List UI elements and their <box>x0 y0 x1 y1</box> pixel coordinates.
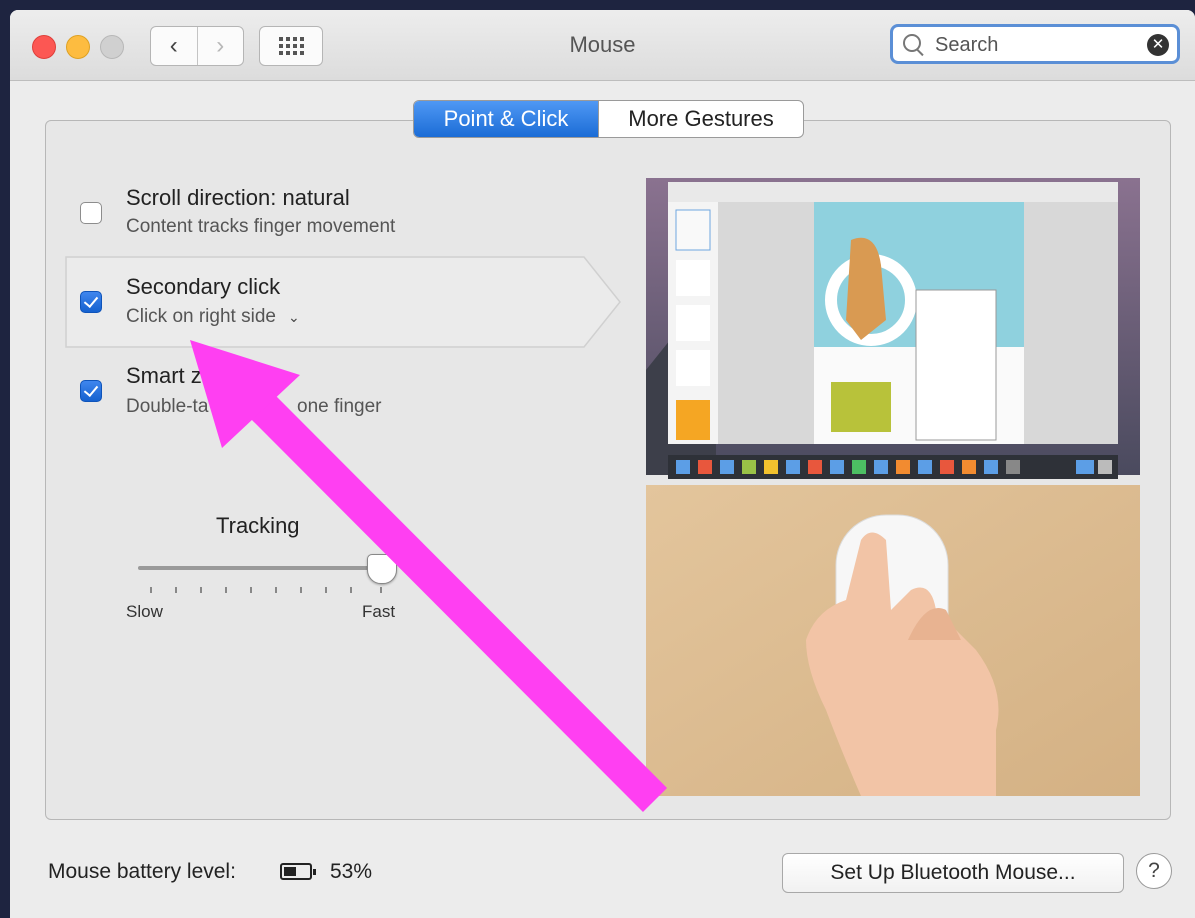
battery-level-label: Mouse battery level: <box>48 860 236 883</box>
tracking-label: Tracking <box>216 513 300 538</box>
slider-tick <box>225 587 227 593</box>
segmented-tabs: Point & Click More Gestures <box>413 100 804 138</box>
slider-tick <box>325 587 327 593</box>
forward-button[interactable]: › <box>196 27 244 65</box>
smart-zoom-title: Smart z <box>126 363 202 388</box>
chevron-right-icon: › <box>216 32 225 59</box>
close-window-button[interactable] <box>32 35 56 59</box>
setup-bluetooth-mouse-button[interactable]: Set Up Bluetooth Mouse... <box>782 853 1124 893</box>
scroll-direction-subtitle: Content tracks finger movement <box>126 216 396 237</box>
search-icon <box>903 34 921 52</box>
battery-icon <box>280 863 316 880</box>
chevron-down-icon: ⌄ <box>287 309 300 325</box>
smart-zoom-checkbox[interactable] <box>80 380 102 402</box>
chevron-left-icon: ‹ <box>169 32 178 59</box>
search-input[interactable] <box>933 31 1137 59</box>
tab-more-gestures[interactable]: More Gestures <box>598 101 803 137</box>
secondary-click-subtitle: Click on right side <box>126 306 276 327</box>
slider-tick <box>275 587 277 593</box>
zoom-window-button[interactable] <box>100 35 124 59</box>
minimize-window-button[interactable] <box>66 35 90 59</box>
tab-point-and-click[interactable]: Point & Click <box>414 101 598 137</box>
secondary-click-title: Secondary click <box>126 274 281 299</box>
slider-tick <box>380 587 382 593</box>
slider-tick <box>300 587 302 593</box>
slider-tick <box>200 587 202 593</box>
slider-tick <box>350 587 352 593</box>
secondary-click-popup[interactable]: Click on right side ⌄ <box>126 306 300 328</box>
selected-row-highlight <box>65 256 621 348</box>
grid-icon <box>278 37 304 55</box>
back-button[interactable]: ‹ <box>151 27 197 65</box>
scroll-direction-checkbox[interactable] <box>80 202 102 224</box>
help-button[interactable]: ? <box>1136 853 1172 889</box>
show-all-button[interactable] <box>259 26 323 66</box>
slider-tick <box>175 587 177 593</box>
tracking-slider-track[interactable] <box>138 566 388 570</box>
battery-percent: 53% <box>330 860 373 883</box>
title-bar: ‹ › Mouse ✕ <box>10 10 1195 81</box>
smart-zoom-subtitle: Double-ta <box>126 396 209 417</box>
tracking-slow-label: Slow <box>126 602 163 621</box>
slider-tick <box>250 587 252 593</box>
search-field[interactable]: ✕ <box>890 24 1180 64</box>
navigation-buttons: ‹ › <box>150 26 244 66</box>
clear-search-icon[interactable]: ✕ <box>1147 34 1169 56</box>
tracking-slider-thumb[interactable] <box>367 554 397 584</box>
gesture-preview-image <box>646 170 1140 796</box>
secondary-click-checkbox[interactable] <box>80 291 102 313</box>
system-preferences-window: ‹ › Mouse ✕ Point & Click More Gestures … <box>10 10 1195 918</box>
smart-zoom-subtitle-tail: one finger <box>297 396 382 417</box>
slider-tick <box>150 587 152 593</box>
scroll-direction-title: Scroll direction: natural <box>126 185 350 210</box>
tracking-fast-label: Fast <box>362 602 396 621</box>
